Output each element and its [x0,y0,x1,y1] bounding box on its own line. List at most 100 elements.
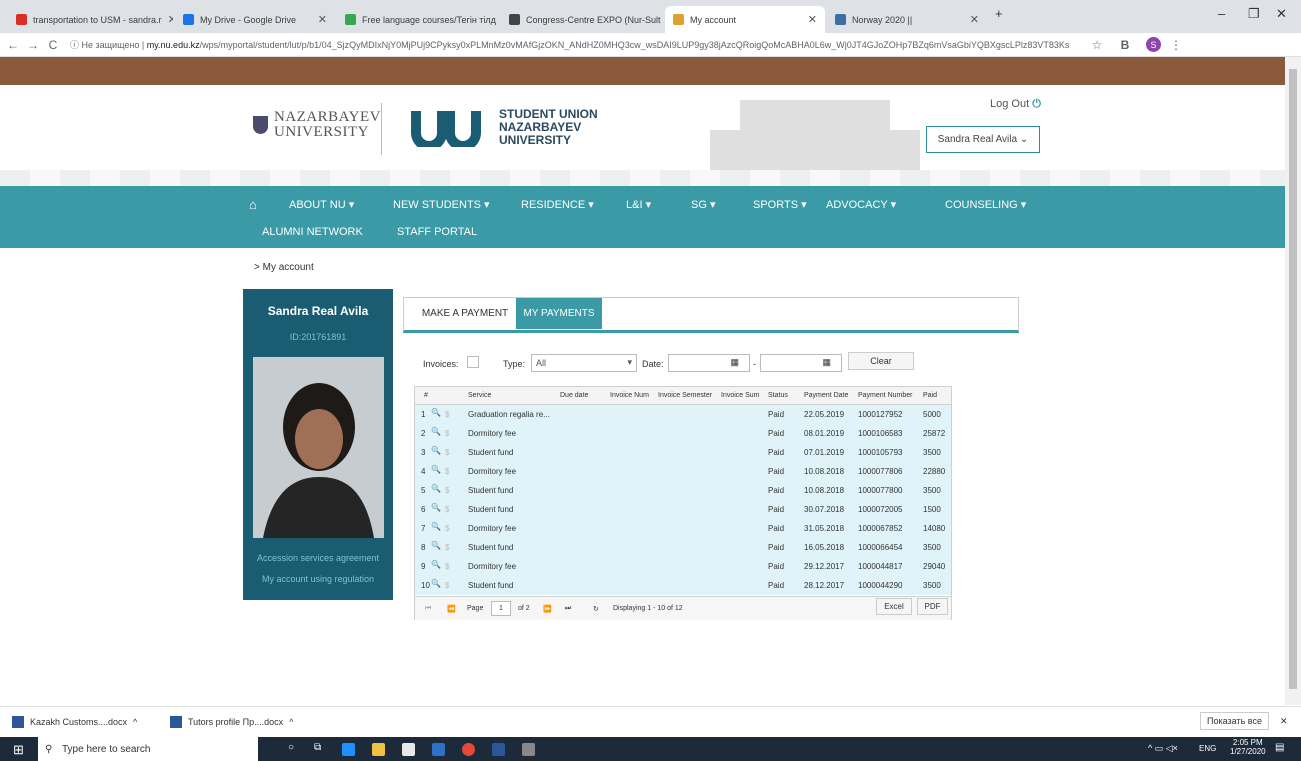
close-icon[interactable]: ✕ [168,13,173,26]
download-item[interactable]: Kazakh Customs....docx ^ [12,716,137,728]
table-row[interactable]: 7 🔍 $ Dormitory fee Paid 31.05.2018 1000067852… [415,519,951,538]
search-icon[interactable]: 🔍 [431,446,441,455]
forward-icon[interactable]: → [26,38,40,52]
last-page-icon[interactable]: ⏭ [565,605,571,613]
accession-agreement-link[interactable]: Accession services agreement [243,553,393,563]
clear-button[interactable]: Clear [848,352,914,370]
store-icon[interactable] [402,743,415,756]
dollar-icon[interactable]: $ [445,467,449,476]
scrollbar-thumb[interactable] [1289,69,1297,689]
search-icon[interactable]: 🔍 [431,503,441,512]
page-number-input[interactable]: 1 [491,601,511,616]
star-icon[interactable]: ☆ [1090,38,1104,52]
dollar-icon[interactable]: $ [445,429,449,438]
dollar-icon[interactable]: $ [445,410,449,419]
nav-counseling[interactable]: COUNSELING ▾ [945,198,1026,211]
table-row[interactable]: 6 🔍 $ Student fund Paid 30.07.2018 1000072005 1… [415,500,951,519]
nav-advocacy[interactable]: ADVOCACY ▾ [826,198,896,211]
calendar-icon[interactable]: ▦ [822,357,831,368]
browser-tab[interactable]: Norway 2020 || ✕ [827,6,987,33]
nazarbayev-university-logo[interactable]: NAZARBAYEV UNIVERSITY [253,110,384,140]
breadcrumb[interactable]: > My account [254,262,314,273]
chevron-up-icon[interactable]: ^ [133,717,137,727]
nav-staff-portal[interactable]: STAFF PORTAL [397,226,477,238]
page-scrollbar[interactable] [1285,57,1301,705]
user-menu-dropdown[interactable]: Sandra Real Avila ⌄ [926,126,1040,153]
dollar-icon[interactable]: $ [445,581,449,590]
refresh-icon[interactable]: ↻ [593,605,599,613]
excel-button[interactable]: Excel [876,598,912,615]
logout-link[interactable]: Log Out ⏻ [990,98,1041,111]
dollar-icon[interactable]: $ [445,543,449,552]
dollar-icon[interactable]: $ [445,448,449,457]
download-item[interactable]: Tutors profile Пр....docx ^ [170,716,293,728]
type-select[interactable]: All ▾ [531,354,637,372]
dollar-icon[interactable]: $ [445,486,449,495]
nav-residence[interactable]: RESIDENCE ▾ [521,198,594,211]
browser-tab[interactable]: transportation to USM - sandra.r ✕ [8,6,173,33]
close-icon[interactable]: ✕ [318,13,327,26]
student-union-logo-icon[interactable] [409,107,483,147]
table-row[interactable]: 5 🔍 $ Student fund Paid 10.08.2018 1000077800 3… [415,481,951,500]
mail-icon[interactable] [432,743,445,756]
chevron-up-icon[interactable]: ^ [289,717,293,727]
table-row[interactable]: 4 🔍 $ Dormitory fee Paid 10.08.2018 1000077806… [415,462,951,481]
windows-start-icon[interactable]: ⊞ [13,742,24,758]
close-icon[interactable]: ✕ [970,13,979,26]
search-icon[interactable]: 🔍 [431,579,441,588]
next-page-icon[interactable]: ⏩ [543,605,552,613]
dollar-icon[interactable]: $ [445,562,449,571]
dollar-icon[interactable]: $ [445,524,449,533]
nav-about-nu[interactable]: ABOUT NU ▾ [289,198,354,211]
notifications-icon[interactable]: ▤ [1275,742,1284,753]
calendar-icon[interactable]: ▦ [730,357,739,368]
search-icon[interactable]: 🔍 [431,541,441,550]
browser-tab[interactable]: My Drive - Google Drive ✕ [175,6,335,33]
regulation-link[interactable]: My account using regulation [243,574,393,584]
table-row[interactable]: 9 🔍 $ Dormitory fee Paid 29.12.2017 1000044817… [415,557,951,576]
nav-sports[interactable]: SPORTS ▾ [753,198,807,211]
task-view-icon[interactable]: ⧉ [314,742,321,753]
table-row[interactable]: 10 🔍 $ Student fund Paid 28.12.2017 1000044290… [415,576,951,595]
clock[interactable]: 2:05 PM 1/27/2020 [1230,738,1266,756]
search-icon[interactable]: 🔍 [431,427,441,436]
new-tab-icon[interactable]: + [995,6,1003,21]
search-icon[interactable]: 🔍 [431,522,441,531]
table-row[interactable]: 1 🔍 $ Graduation regalia re... Paid 22.05.201… [415,405,951,424]
paint-icon[interactable] [522,743,535,756]
pdf-button[interactable]: PDF [917,598,948,615]
back-icon[interactable]: ← [6,38,20,52]
nav-sg[interactable]: SG ▾ [691,198,715,211]
first-page-icon[interactable]: ⏮ [425,605,431,613]
search-icon[interactable]: 🔍 [431,408,441,417]
menu-icon[interactable]: ⋮ [1169,38,1183,52]
nav-li[interactable]: L&I ▾ [626,198,651,211]
cortana-icon[interactable]: ○ [288,742,294,753]
browser-tab-active[interactable]: My account ✕ [665,6,825,33]
search-icon[interactable]: 🔍 [431,465,441,474]
search-icon[interactable]: 🔍 [431,484,441,493]
extension-icon[interactable]: B [1118,38,1132,52]
home-icon[interactable]: ⌂ [249,197,257,212]
dollar-icon[interactable]: $ [445,505,449,514]
date-to-input[interactable]: ▦ [760,354,842,372]
prev-page-icon[interactable]: ⏪ [447,605,456,613]
table-row[interactable]: 2 🔍 $ Dormitory fee Paid 08.01.2019 1000106583… [415,424,951,443]
maximize-icon[interactable]: ❐ [1248,6,1260,22]
tab-make-a-payment[interactable]: MAKE A PAYMENT [414,298,516,329]
minimize-icon[interactable]: – [1218,6,1225,21]
tray-icons[interactable]: ^ ▭ ◁× [1148,743,1178,754]
show-all-button[interactable]: Показать все [1200,712,1269,730]
close-icon[interactable]: ✕ [808,13,817,26]
profile-avatar-icon[interactable]: S [1146,37,1161,52]
table-row[interactable]: 3 🔍 $ Student fund Paid 07.01.2019 1000105793 3… [415,443,951,462]
edge-icon[interactable] [342,743,355,756]
explorer-icon[interactable] [372,743,385,756]
browser-tab[interactable]: Congress-Centre EXPO (Nur-Sult✕ [501,6,663,33]
nav-new-students[interactable]: NEW STUDENTS ▾ [393,198,490,211]
table-row[interactable]: 8 🔍 $ Student fund Paid 16.05.2018 1000066454 3… [415,538,951,557]
browser-tab[interactable]: Free language courses/Тегін тілд✕ [337,6,499,33]
url-field[interactable]: ⓘ Не защищено | my.nu.edu.kz/wps/myporta… [70,38,1070,51]
date-from-input[interactable]: ▦ [668,354,750,372]
close-downloads-icon[interactable]: ✕ [1280,716,1288,727]
